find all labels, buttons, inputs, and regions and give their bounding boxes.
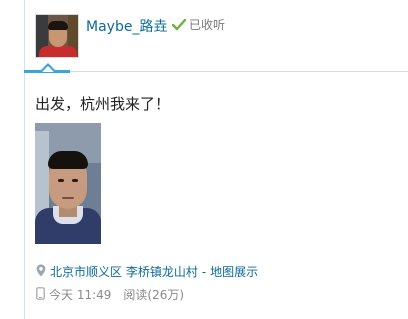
post-meta: 今天 11:49 阅读(26万) [36,286,184,303]
map-link[interactable]: 地图展示 [210,263,258,280]
read-count: 阅读(26万) [123,288,185,302]
username-link[interactable]: Maybe_路垚 [86,16,167,36]
location-row: 北京市顺义区 李桥镇龙山村 - 地图展示 [36,263,258,280]
location-separator: - [201,264,207,279]
post-time[interactable]: 今天 11:49 [49,286,111,303]
left-border [24,0,25,319]
check-icon [172,18,186,31]
location-pin-icon [36,264,46,280]
mobile-icon [36,286,45,303]
post-text: 出发，杭州我来了！ [35,95,171,113]
location-link[interactable]: 北京市顺义区 李桥镇龙山村 [50,263,198,280]
follow-status[interactable]: 已收听 [172,16,225,33]
post-photo[interactable] [35,123,101,244]
post-container: Maybe_路垚 已收听 出发，杭州我来了！ 北京市顺义区 李桥镇龙山村 - 地… [0,0,408,319]
header-divider [24,71,408,72]
follow-status-label: 已收听 [189,18,226,32]
avatar[interactable] [35,14,79,58]
